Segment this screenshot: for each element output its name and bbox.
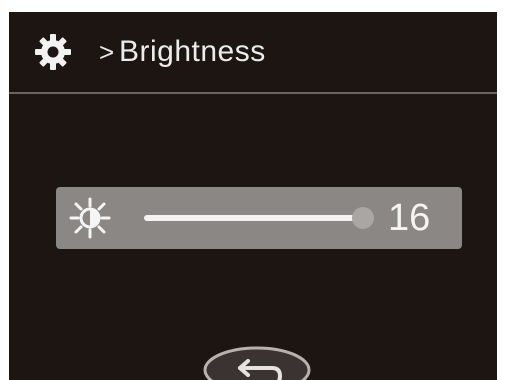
brightness-screen: > Brightness 16 [9,12,497,380]
page-title: Brightness [119,35,266,68]
brightness-slider-knob[interactable] [352,207,374,229]
brightness-value: 16 [388,197,431,239]
gear-icon [35,34,71,70]
menu-header: > Brightness [9,12,497,92]
back-button[interactable] [202,340,312,380]
brightness-slider-track[interactable] [144,215,362,221]
brightness-slider-panel[interactable]: 16 [56,187,462,249]
breadcrumb-separator: > [99,37,115,67]
sun-icon [69,197,111,239]
header-divider [9,92,497,94]
